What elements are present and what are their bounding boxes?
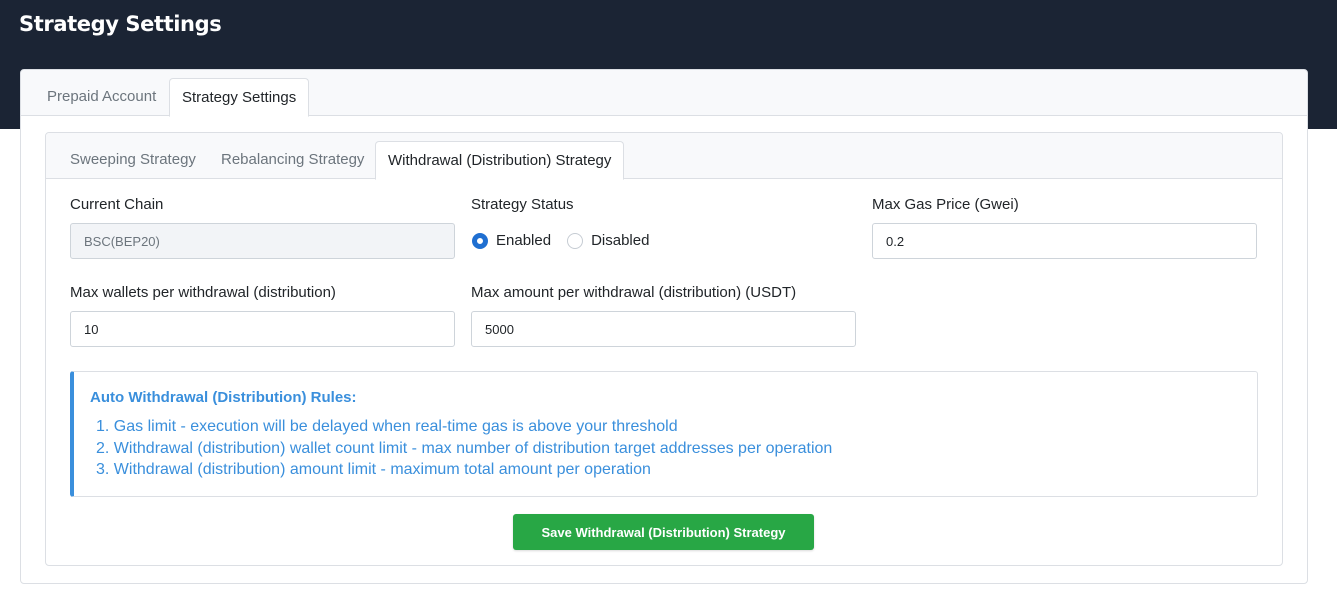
radio-unchecked-icon bbox=[567, 232, 584, 249]
strategy-status-radio-group: Enabled Disabled bbox=[472, 232, 665, 249]
max-gas-price-label: Max Gas Price (Gwei) bbox=[872, 196, 1019, 213]
tab-strategy-settings[interactable]: Strategy Settings bbox=[169, 78, 310, 117]
rules-list: 1. Gas limit - execution will be delayed… bbox=[96, 416, 832, 481]
rule-item: 3. Withdrawal (distribution) amount limi… bbox=[96, 461, 651, 478]
strategy-tab-bar: Sweeping Strategy Rebalancing Strategy W… bbox=[46, 133, 1282, 180]
page-title: Strategy Settings bbox=[19, 12, 222, 36]
rule-item: 2. Withdrawal (distribution) wallet coun… bbox=[96, 439, 833, 457]
status-enabled-radio[interactable]: Enabled bbox=[472, 232, 551, 249]
rules-title: Auto Withdrawal (Distribution) Rules: bbox=[90, 389, 357, 406]
strategy-card: Sweeping Strategy Rebalancing Strategy W… bbox=[45, 132, 1283, 566]
status-disabled-label: Disabled bbox=[591, 232, 650, 249]
tab-sweeping-strategy[interactable]: Sweeping Strategy bbox=[58, 141, 208, 179]
radio-checked-icon bbox=[472, 232, 488, 249]
current-chain-label: Current Chain bbox=[70, 196, 164, 213]
strategy-status-label: Strategy Status bbox=[471, 196, 574, 213]
tab-rebalancing-strategy[interactable]: Rebalancing Strategy bbox=[209, 141, 376, 179]
max-wallets-input[interactable] bbox=[70, 311, 455, 347]
max-wallets-label: Max wallets per withdrawal (distribution… bbox=[70, 284, 336, 301]
status-enabled-label: Enabled bbox=[496, 232, 552, 249]
rules-info-box: Auto Withdrawal (Distribution) Rules: 1.… bbox=[70, 371, 1258, 497]
max-amount-input[interactable] bbox=[471, 311, 856, 347]
save-withdrawal-strategy-button[interactable]: Save Withdrawal (Distribution) Strategy bbox=[513, 514, 814, 550]
rule-item: 1. Gas limit - execution will be delayed… bbox=[96, 418, 678, 435]
max-amount-label: Max amount per withdrawal (distribution)… bbox=[471, 284, 797, 301]
status-disabled-radio[interactable]: Disabled bbox=[567, 232, 649, 249]
tab-prepaid-account[interactable]: Prepaid Account bbox=[35, 78, 168, 116]
current-chain-field bbox=[70, 223, 455, 259]
settings-card: Prepaid Account Strategy Settings Sweepi… bbox=[20, 69, 1308, 584]
outer-tab-bar: Prepaid Account Strategy Settings bbox=[21, 70, 1307, 117]
max-gas-price-input[interactable] bbox=[872, 223, 1257, 259]
tab-withdrawal-strategy[interactable]: Withdrawal (Distribution) Strategy bbox=[375, 141, 625, 180]
